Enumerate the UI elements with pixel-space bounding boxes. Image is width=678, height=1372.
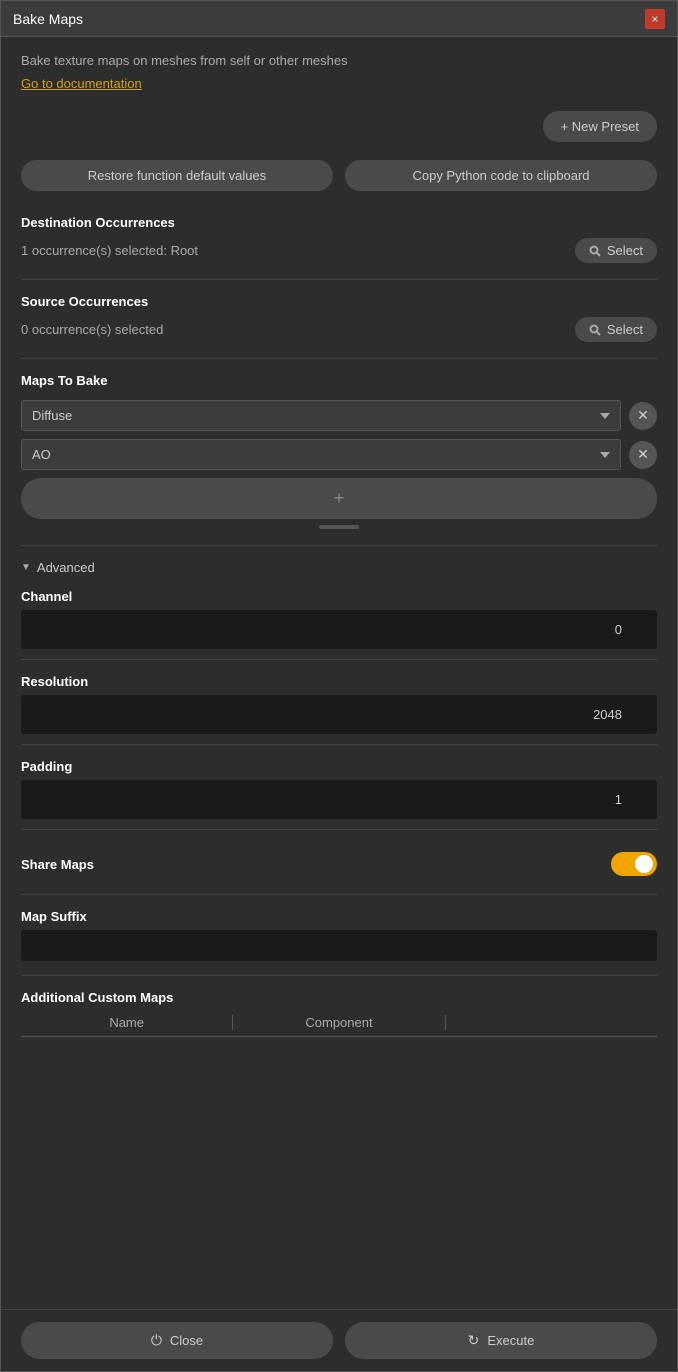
new-preset-button[interactable]: + New Preset: [543, 111, 657, 142]
divider-6: [21, 829, 657, 830]
resolution-label: Resolution: [21, 674, 657, 689]
map-row-2: Diffuse AO Normal Height Roughness ✕: [21, 439, 657, 470]
restore-defaults-button[interactable]: Restore function default values: [21, 160, 333, 191]
power-icon: ⏻: [151, 1332, 162, 1349]
maps-section-title: Maps To Bake: [21, 373, 657, 388]
resolution-input-container: [21, 695, 657, 734]
source-select-label: Select: [607, 322, 643, 337]
footer: ⏻ Close ↻ Execute: [1, 1309, 677, 1371]
advanced-toggle[interactable]: ▼ Advanced: [21, 560, 657, 575]
custom-maps-title: Additional Custom Maps: [21, 990, 657, 1005]
toolbar-row: + New Preset: [21, 111, 657, 142]
destination-section-title: Destination Occurrences: [21, 215, 657, 230]
toggle-slider: [611, 852, 657, 876]
window-title: Bake Maps: [13, 11, 83, 27]
source-field-row: 0 occurrence(s) selected Select: [21, 317, 657, 354]
divider-1: [21, 279, 657, 280]
bake-maps-window: Bake Maps × Bake texture maps on meshes …: [0, 0, 678, 1372]
map-select-1[interactable]: Diffuse AO Normal Height Roughness: [21, 400, 621, 431]
destination-occurrences-section: Destination Occurrences 1 occurrence(s) …: [21, 215, 657, 280]
map-suffix-label: Map Suffix: [21, 909, 657, 924]
drag-handle: [319, 525, 359, 529]
col-extra: [446, 1015, 657, 1030]
refresh-icon: ↻: [468, 1332, 480, 1349]
window-close-button[interactable]: ×: [645, 9, 665, 29]
destination-select-label: Select: [607, 243, 643, 258]
add-map-icon: +: [334, 488, 345, 509]
divider-3: [21, 545, 657, 546]
close-button[interactable]: ⏻ Close: [21, 1322, 333, 1359]
advanced-section: ▼ Advanced Channel Resolution: [21, 560, 657, 1037]
divider-5: [21, 744, 657, 745]
channel-section: Channel: [21, 589, 657, 660]
share-maps-toggle[interactable]: [611, 852, 657, 876]
divider-4: [21, 659, 657, 660]
destination-field-row: 1 occurrence(s) selected: Root Select: [21, 238, 657, 275]
map-select-2[interactable]: Diffuse AO Normal Height Roughness: [21, 439, 621, 470]
source-value: 0 occurrence(s) selected: [21, 322, 163, 337]
close-label: Close: [170, 1333, 203, 1348]
copy-python-button[interactable]: Copy Python code to clipboard: [345, 160, 657, 191]
source-occurrences-section: Source Occurrences 0 occurrence(s) selec…: [21, 294, 657, 359]
map-suffix-section: Map Suffix: [21, 909, 657, 976]
destination-value: 1 occurrence(s) selected: Root: [21, 243, 198, 258]
doc-link[interactable]: Go to documentation: [21, 76, 142, 91]
bottom-spacer: [21, 1037, 657, 1057]
divider-7: [21, 894, 657, 895]
source-section-title: Source Occurrences: [21, 294, 657, 309]
padding-input-container: [21, 780, 657, 819]
channel-label: Channel: [21, 589, 657, 604]
custom-maps-section: Additional Custom Maps Name Component: [21, 990, 657, 1037]
advanced-label: Advanced: [37, 560, 95, 575]
divider-2: [21, 358, 657, 359]
share-maps-label: Share Maps: [21, 857, 94, 872]
title-bar: Bake Maps ×: [1, 1, 677, 37]
execute-button[interactable]: ↻ Execute: [345, 1322, 657, 1359]
padding-section: Padding: [21, 759, 657, 830]
col-name: Name: [21, 1015, 232, 1030]
source-select-button[interactable]: Select: [575, 317, 657, 342]
search-icon: [589, 245, 601, 257]
col-component: Component: [233, 1015, 444, 1030]
resolution-input[interactable]: [31, 701, 647, 728]
action-row: Restore function default values Copy Pyt…: [21, 160, 657, 191]
padding-label: Padding: [21, 759, 657, 774]
resolution-section: Resolution: [21, 674, 657, 745]
maps-to-bake-section: Maps To Bake Diffuse AO Normal Height Ro…: [21, 373, 657, 546]
add-map-button[interactable]: +: [21, 478, 657, 519]
divider-8: [21, 975, 657, 976]
destination-select-button[interactable]: Select: [575, 238, 657, 263]
channel-input-container: [21, 610, 657, 649]
search-icon: [589, 324, 601, 336]
execute-label: Execute: [487, 1333, 534, 1348]
channel-input[interactable]: [31, 616, 647, 643]
description-text: Bake texture maps on meshes from self or…: [21, 53, 657, 68]
map-remove-button-2[interactable]: ✕: [629, 441, 657, 469]
main-content: Bake texture maps on meshes from self or…: [1, 37, 677, 1309]
new-preset-label: + New Preset: [561, 119, 639, 134]
map-suffix-input[interactable]: [21, 930, 657, 961]
share-maps-row: Share Maps: [21, 844, 657, 884]
chevron-down-icon: ▼: [21, 562, 31, 573]
padding-input[interactable]: [31, 786, 647, 813]
map-row-1: Diffuse AO Normal Height Roughness ✕: [21, 400, 657, 431]
map-remove-button-1[interactable]: ✕: [629, 402, 657, 430]
custom-maps-header: Name Component: [21, 1015, 657, 1037]
